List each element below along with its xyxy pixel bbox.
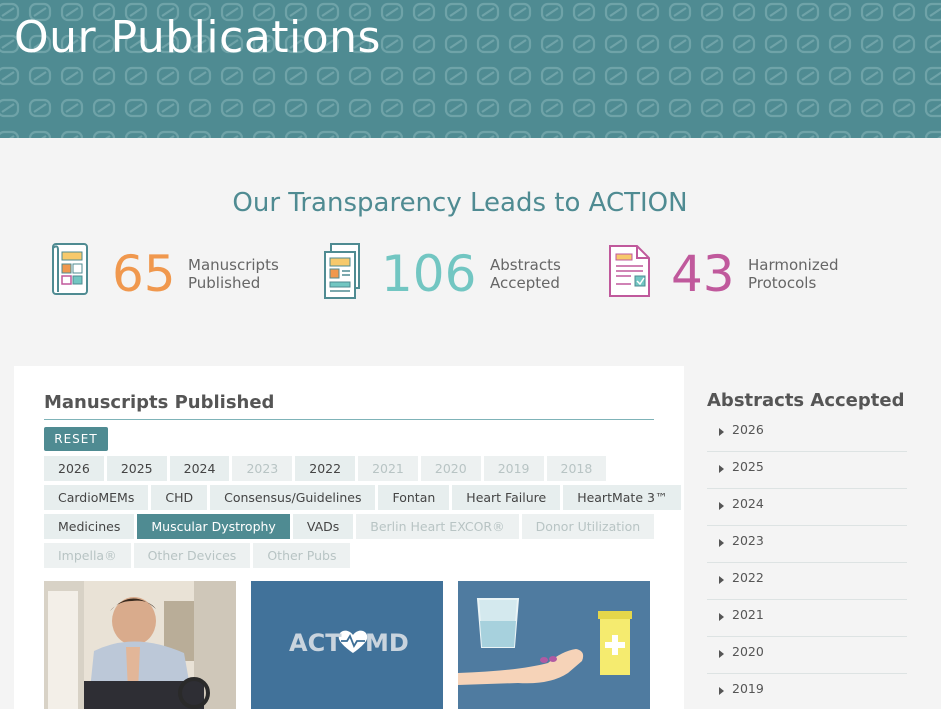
abstracts-year-2023[interactable]: 2023 (707, 526, 907, 563)
publication-thumbnail-logo[interactable]: ACT MD (251, 581, 443, 709)
abstracts-year-2021[interactable]: 2021 (707, 600, 907, 637)
abstracts-year-label: 2023 (732, 533, 764, 548)
caret-right-icon (719, 539, 724, 547)
filter-topic-impella[interactable]: Impella® (44, 543, 131, 568)
filter-year-2020[interactable]: 2020 (420, 456, 481, 481)
filter-topic-heart-failure[interactable]: Heart Failure (452, 485, 561, 510)
abstracts-year-label: 2024 (732, 496, 764, 511)
abstracts-year-label: 2019 (732, 681, 764, 696)
abstracts-year-label: 2022 (732, 570, 764, 585)
publication-thumbnail-photo[interactable] (44, 581, 236, 709)
filter-topic-fontan[interactable]: Fontan (378, 485, 450, 510)
filter-year-2018[interactable]: 2018 (546, 456, 607, 481)
abstracts-year-2026[interactable]: 2026 (707, 415, 907, 452)
stat-value: 106 (381, 245, 477, 303)
page-header-banner: Our Publications (0, 0, 941, 138)
checklist-document-icon (609, 245, 650, 297)
filter-topic-medicines[interactable]: Medicines (44, 514, 135, 539)
filter-year-2022[interactable]: 2022 (295, 456, 356, 481)
stat-label: Abstracts Accepted (490, 256, 561, 292)
page-title: Our Publications (14, 12, 381, 63)
caret-right-icon (719, 650, 724, 658)
heading-divider (44, 419, 654, 420)
topic-filter-row-2: Medicines Muscular Dystrophy VADs Berlin… (44, 514, 655, 539)
abstracts-year-2025[interactable]: 2025 (707, 452, 907, 489)
abstracts-year-2019[interactable]: 2019 (707, 674, 907, 709)
stat-label: Manuscripts Published (188, 256, 279, 292)
filter-topic-donor-utilization[interactable]: Donor Utilization (521, 514, 655, 539)
topic-filter-row-3: Impella® Other Devices Other Pubs (44, 543, 351, 568)
scroll-document-icon (52, 243, 88, 295)
caret-right-icon (719, 465, 724, 473)
abstracts-year-label: 2025 (732, 459, 764, 474)
filter-topic-heartmate3[interactable]: HeartMate 3™ (563, 485, 682, 510)
boy-in-wheelchair-image (44, 581, 236, 709)
filter-year-2025[interactable]: 2025 (106, 456, 167, 481)
manuscripts-heading: Manuscripts Published (44, 392, 275, 413)
filter-year-2021[interactable]: 2021 (358, 456, 418, 481)
abstracts-year-2024[interactable]: 2024 (707, 489, 907, 526)
medicine-illustration-image (458, 581, 650, 709)
filter-year-2019[interactable]: 2019 (483, 456, 544, 481)
topic-filter-row-1: CardioMEMs CHD Consensus/Guidelines Font… (44, 485, 682, 510)
abstracts-year-label: 2020 (732, 644, 764, 659)
caret-right-icon (719, 428, 724, 436)
manuscripts-panel: Manuscripts Published RESET 2026 2025 20… (14, 366, 684, 709)
caret-right-icon (719, 576, 724, 584)
filter-topic-vads[interactable]: VADs (292, 514, 354, 539)
filter-topic-consensus[interactable]: Consensus/Guidelines (210, 485, 376, 510)
filter-topic-other-pubs[interactable]: Other Pubs (253, 543, 351, 568)
filter-year-2024[interactable]: 2024 (169, 456, 230, 481)
stacked-documents-icon (324, 243, 360, 299)
filter-topic-muscular-dystrophy[interactable]: Muscular Dystrophy (137, 514, 290, 539)
caret-right-icon (719, 613, 724, 621)
filter-year-2023[interactable]: 2023 (232, 456, 293, 481)
stat-value: 65 (112, 245, 176, 303)
abstracts-year-2020[interactable]: 2020 (707, 637, 907, 674)
act-logo-text: ACT (289, 629, 342, 657)
stats-heading: Our Transparency Leads to ACTION (232, 188, 688, 218)
abstracts-year-label: 2026 (732, 422, 764, 437)
stat-label: Harmonized Protocols (748, 256, 839, 292)
filter-topic-cardiomems[interactable]: CardioMEMs (44, 485, 149, 510)
stat-value: 43 (671, 245, 735, 303)
publication-thumbnail-medicine[interactable] (458, 581, 650, 709)
caret-right-icon (719, 687, 724, 695)
abstracts-heading: Abstracts Accepted (707, 390, 905, 411)
filter-topic-berlin-heart[interactable]: Berlin Heart EXCOR® (356, 514, 519, 539)
act-md-logo-image (251, 581, 443, 709)
filter-topic-chd[interactable]: CHD (151, 485, 208, 510)
filter-year-2026[interactable]: 2026 (44, 456, 104, 481)
caret-right-icon (719, 502, 724, 510)
reset-button[interactable]: RESET (44, 427, 108, 451)
abstracts-year-2022[interactable]: 2022 (707, 563, 907, 600)
abstracts-year-label: 2021 (732, 607, 764, 622)
md-logo-text: MD (365, 629, 409, 657)
filter-topic-other-devices[interactable]: Other Devices (133, 543, 251, 568)
year-filter-row: 2026 2025 2024 2023 2022 2021 2020 2019 … (44, 456, 607, 481)
